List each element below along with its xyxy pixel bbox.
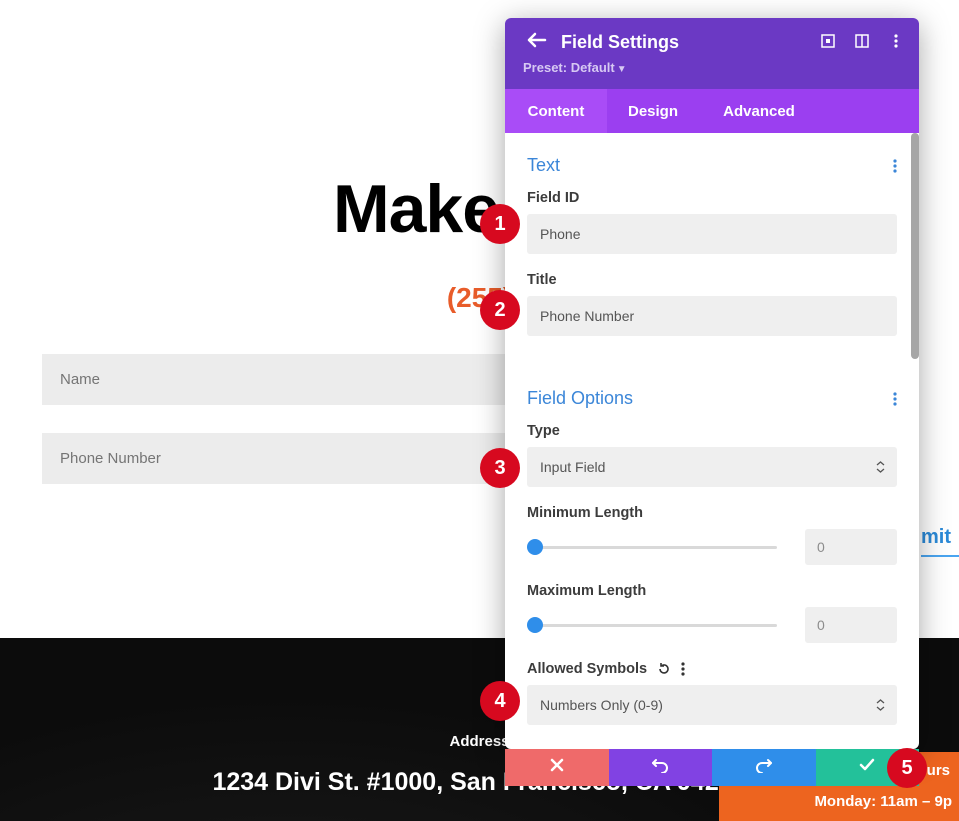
more-icon[interactable] (887, 32, 905, 50)
max-length-value[interactable] (805, 607, 897, 643)
undo-button[interactable] (609, 749, 713, 786)
cancel-button[interactable] (505, 749, 609, 786)
redo-icon (755, 757, 773, 778)
select-caret-icon (876, 699, 885, 711)
back-icon[interactable] (527, 32, 547, 48)
close-icon (550, 758, 564, 777)
type-label: Type (527, 423, 897, 439)
reset-icon[interactable] (657, 662, 671, 676)
tab-advanced[interactable]: Advanced (699, 89, 819, 133)
slider-thumb[interactable] (527, 539, 543, 555)
submit-button[interactable]: mit (921, 516, 959, 557)
chevron-down-icon: ▼ (617, 64, 627, 75)
hours-value: Monday: 11am – 9p (719, 793, 952, 810)
section-options-more-icon[interactable] (893, 392, 897, 406)
annotation-badge-5: 5 (887, 748, 927, 788)
title-input[interactable] (527, 296, 897, 336)
check-icon (859, 758, 875, 777)
tab-content[interactable]: Content (505, 89, 607, 133)
annotation-badge-2: 2 (480, 290, 520, 330)
tab-design[interactable]: Design (607, 89, 699, 133)
expand-icon[interactable] (819, 32, 837, 50)
tabs: Content Design Advanced (505, 89, 919, 133)
min-length-slider[interactable] (527, 546, 777, 549)
type-value: Input Field (527, 447, 897, 487)
section-options-title[interactable]: Field Options (527, 388, 633, 409)
max-length-label: Maximum Length (527, 583, 897, 599)
panel-footer (505, 749, 919, 786)
min-length-label: Minimum Length (527, 505, 897, 521)
field-id-input[interactable] (527, 214, 897, 254)
title-label: Title (527, 272, 897, 288)
min-length-value[interactable] (805, 529, 897, 565)
preset-dropdown[interactable]: Preset: Default▼ (523, 60, 901, 75)
allowed-symbols-select[interactable]: Numbers Only (0-9) (527, 685, 897, 725)
annotation-badge-3: 3 (480, 448, 520, 488)
section-text-title[interactable]: Text (527, 155, 560, 176)
panel-header: Field Settings Preset: Default▼ (505, 18, 919, 89)
max-length-slider[interactable] (527, 624, 777, 627)
allowed-symbols-label: Allowed Symbols (527, 661, 647, 677)
field-settings-panel: Field Settings Preset: Default▼ Content … (505, 18, 919, 749)
annotation-badge-4: 4 (480, 681, 520, 721)
slider-thumb[interactable] (527, 617, 543, 633)
redo-button[interactable] (712, 749, 816, 786)
section-text-more-icon[interactable] (893, 159, 897, 173)
allowed-more-icon[interactable] (681, 662, 685, 676)
select-caret-icon (876, 461, 885, 473)
snap-icon[interactable] (853, 32, 871, 50)
allowed-symbols-value: Numbers Only (0-9) (527, 685, 897, 725)
preset-label: Preset: Default (523, 60, 615, 75)
field-id-label: Field ID (527, 190, 897, 206)
undo-icon (651, 757, 669, 778)
annotation-badge-1: 1 (480, 204, 520, 244)
panel-body: Text Field ID Title Field Options (505, 133, 919, 749)
type-select[interactable]: Input Field (527, 447, 897, 487)
